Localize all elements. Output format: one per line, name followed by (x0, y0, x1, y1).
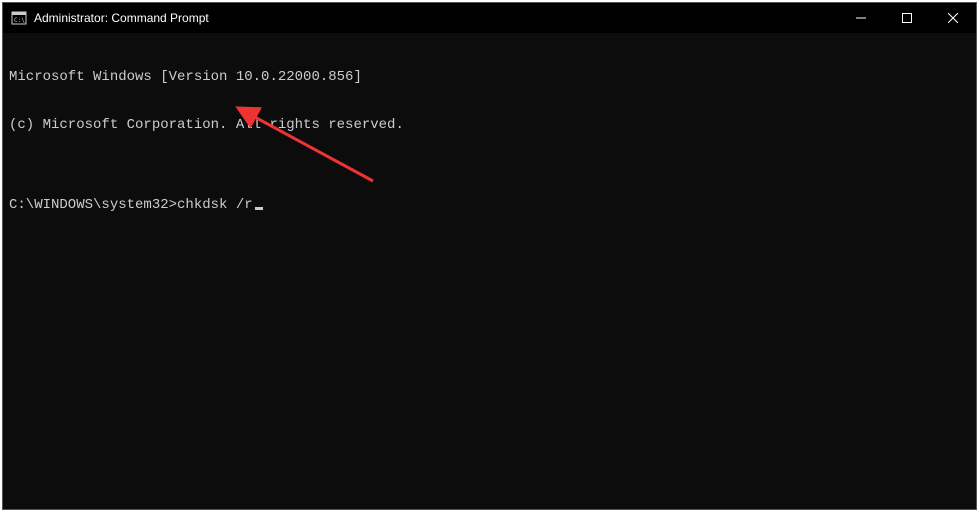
titlebar[interactable]: C:\ Administrator: Command Prompt (3, 3, 976, 33)
titlebar-left: C:\ Administrator: Command Prompt (11, 10, 209, 26)
close-button[interactable] (930, 3, 976, 33)
terminal-line-version: Microsoft Windows [Version 10.0.22000.85… (9, 69, 970, 85)
svg-text:C:\: C:\ (14, 17, 25, 24)
minimize-button[interactable] (838, 3, 884, 33)
terminal-cursor (255, 207, 263, 210)
cmd-icon: C:\ (11, 10, 27, 26)
maximize-button[interactable] (884, 3, 930, 33)
terminal-prompt-line: C:\WINDOWS\system32>chkdsk /r (9, 197, 970, 213)
terminal-command: chkdsk /r (177, 197, 253, 213)
window-title: Administrator: Command Prompt (34, 11, 209, 25)
command-prompt-window: C:\ Administrator: Command Prompt Micros… (2, 2, 977, 510)
terminal-area[interactable]: Microsoft Windows [Version 10.0.22000.85… (3, 33, 976, 509)
titlebar-controls (838, 3, 976, 33)
terminal-prompt: C:\WINDOWS\system32> (9, 197, 177, 213)
terminal-line-copyright: (c) Microsoft Corporation. All rights re… (9, 117, 970, 133)
